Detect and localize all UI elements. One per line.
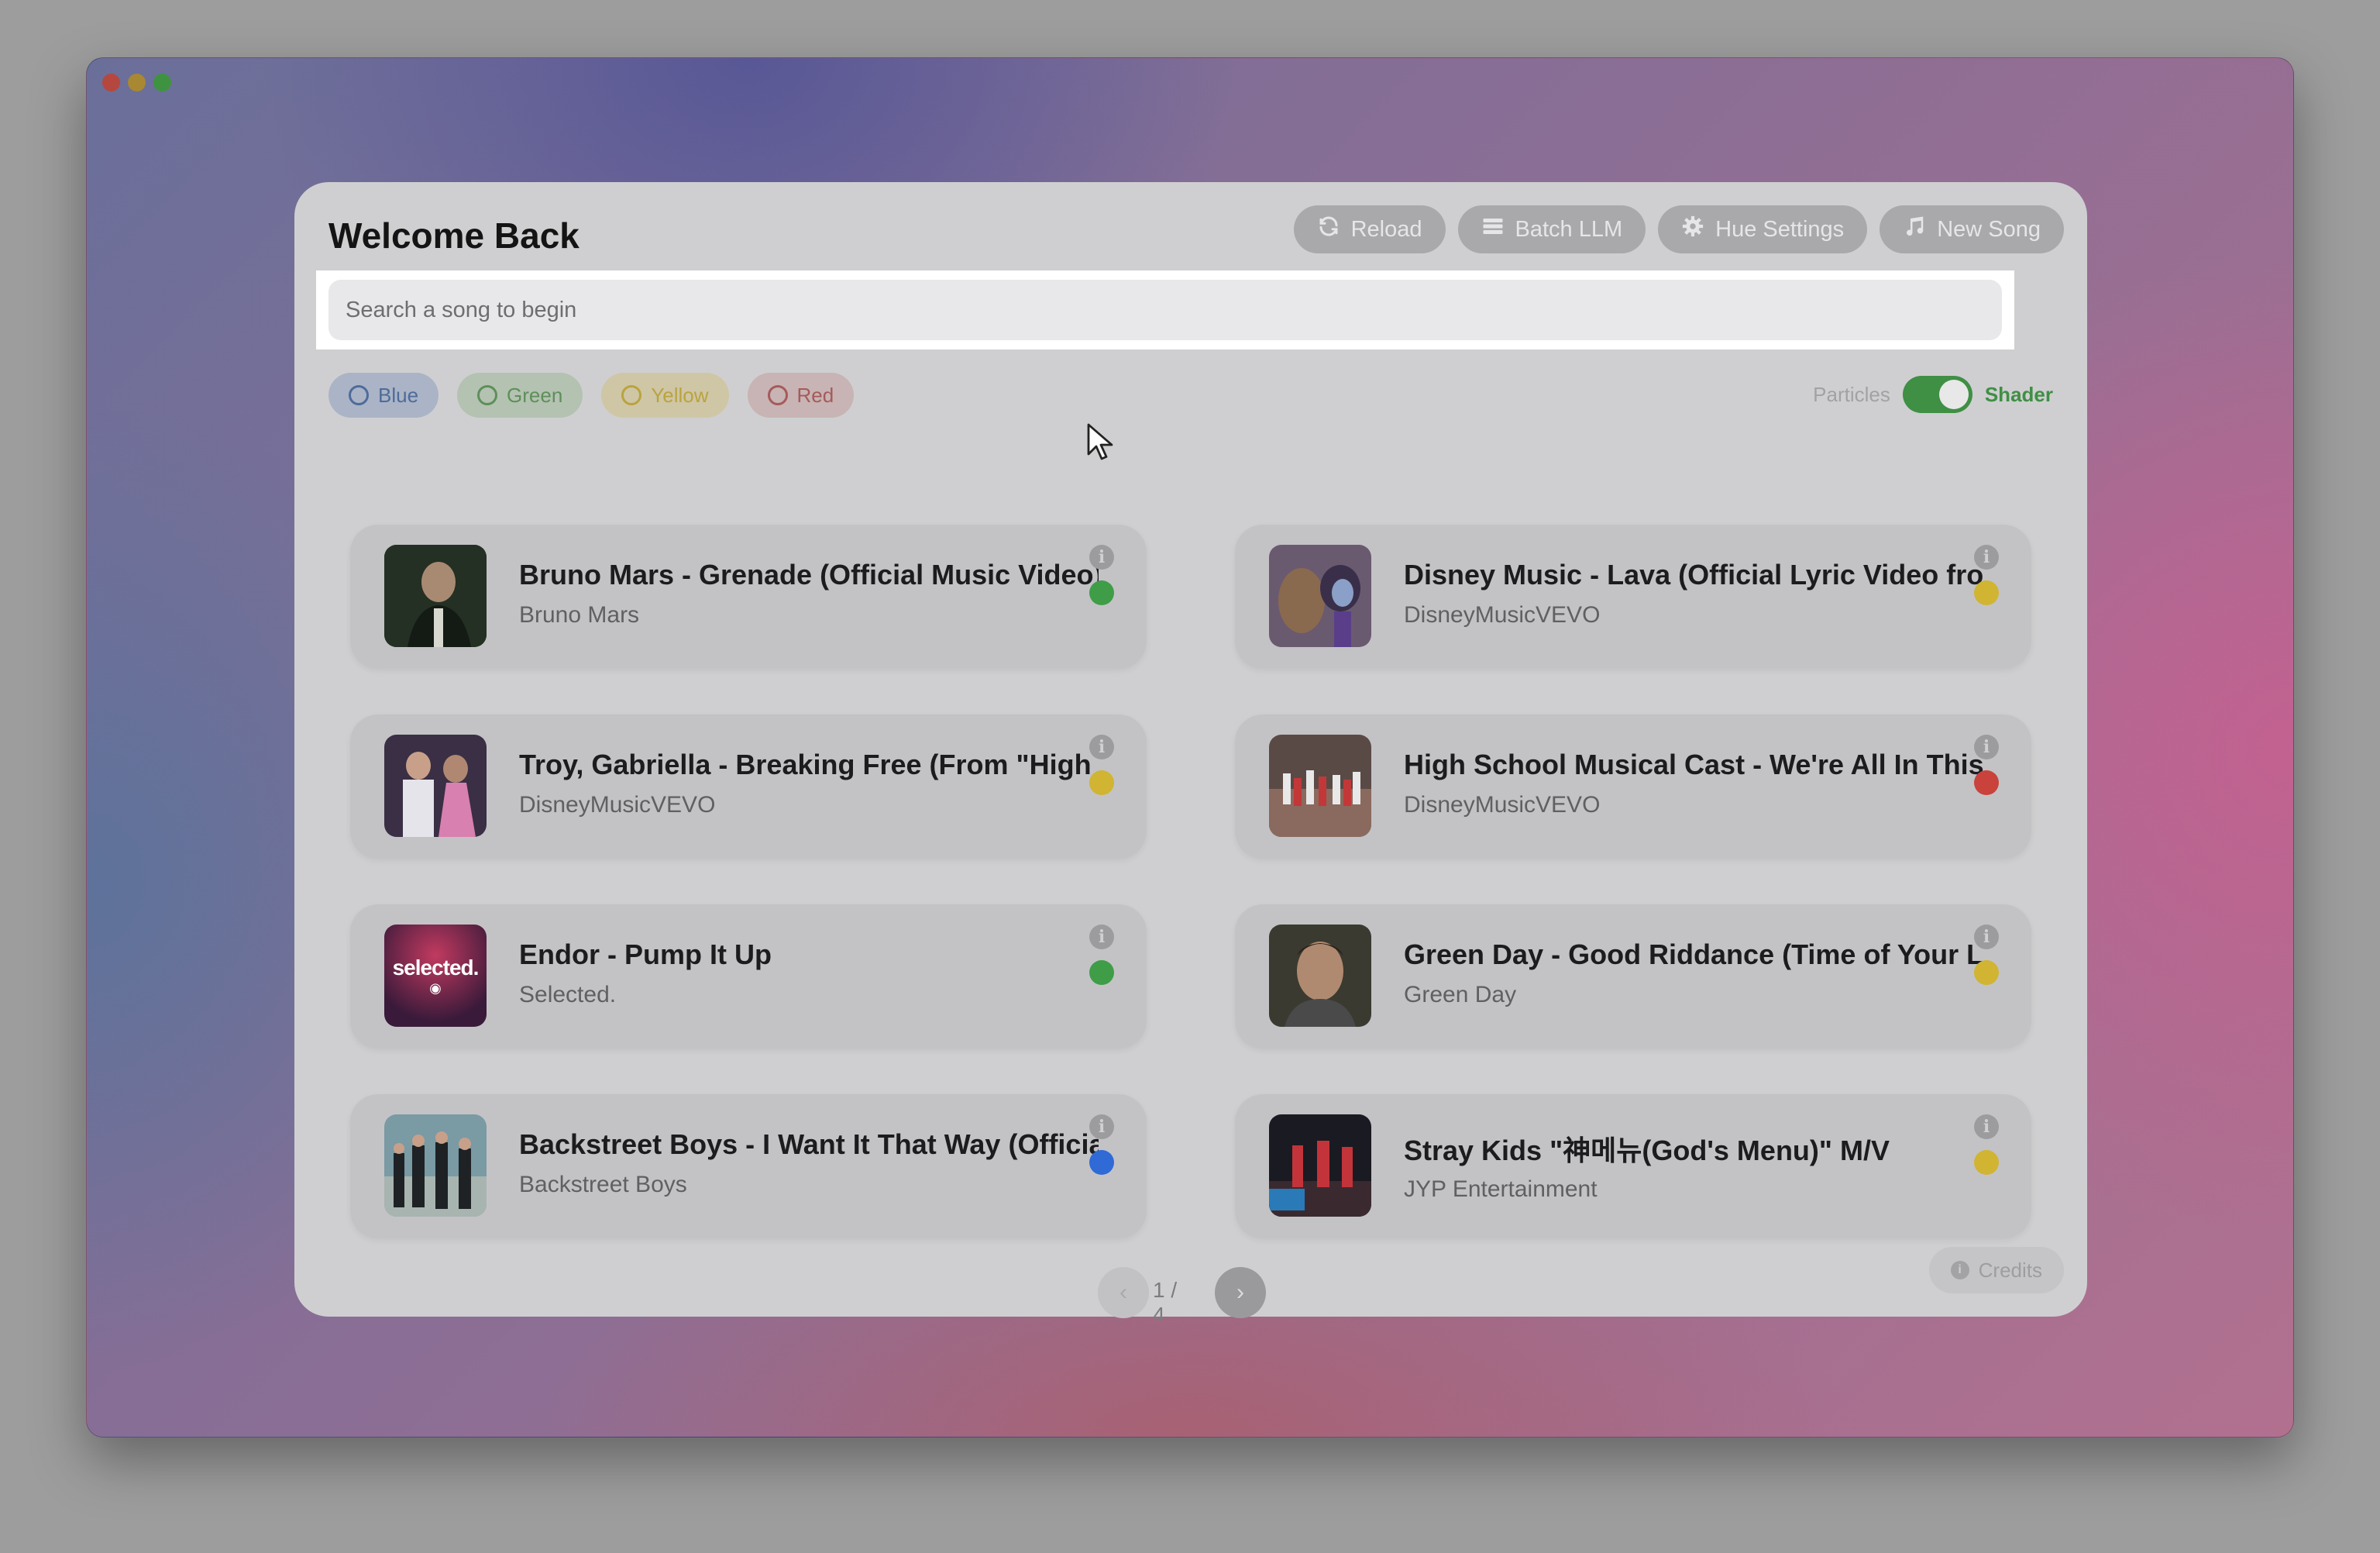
search-input[interactable] bbox=[328, 280, 2002, 340]
song-card[interactable]: High School Musical Cast - We're All In … bbox=[1235, 715, 2031, 859]
song-artist: DisneyMusicVEVO bbox=[519, 792, 716, 818]
song-title: High School Musical Cast - We're All In … bbox=[1404, 749, 1983, 780]
filter-green[interactable]: Green bbox=[457, 373, 583, 418]
song-title: Stray Kids "神메뉴(God's Menu)" M/V bbox=[1404, 1135, 1890, 1166]
info-icon[interactable]: i bbox=[1974, 735, 1999, 759]
toggle-knob bbox=[1938, 380, 1969, 409]
status-dot bbox=[1974, 770, 1999, 795]
credits-button[interactable]: i Credits bbox=[1928, 1247, 2064, 1293]
status-dot bbox=[1974, 1150, 1999, 1175]
next-page-button[interactable]: › bbox=[1215, 1267, 1266, 1318]
song-card[interactable]: Backstreet Boys - I Want It That Way (Of… bbox=[350, 1094, 1147, 1238]
window-controls bbox=[102, 74, 171, 91]
batch-llm-button[interactable]: Batch LLM bbox=[1457, 205, 1646, 253]
song-title: Backstreet Boys - I Want It That Way (Of… bbox=[519, 1128, 1099, 1160]
minimize-window-button[interactable] bbox=[128, 74, 146, 91]
logo-icon: ◉ bbox=[429, 980, 442, 996]
song-thumbnail bbox=[384, 735, 487, 837]
filter-label: Blue bbox=[378, 383, 419, 407]
song-artist: JYP Entertainment bbox=[1404, 1176, 1598, 1202]
song-title: Green Day - Good Riddance (Time of Your … bbox=[1404, 938, 1983, 970]
close-window-button[interactable] bbox=[102, 74, 120, 91]
credits-label: Credits bbox=[1978, 1258, 2042, 1282]
shader-label: Shader bbox=[1984, 382, 2053, 406]
song-title: Disney Music - Lava (Official Lyric Vide… bbox=[1404, 559, 1983, 591]
info-icon[interactable]: i bbox=[1974, 545, 1999, 570]
status-dot bbox=[1974, 960, 1999, 985]
info-icon[interactable]: i bbox=[1089, 545, 1114, 570]
prev-page-button[interactable]: ‹ bbox=[1098, 1267, 1149, 1318]
song-card[interactable]: Green Day - Good Riddance (Time of Your … bbox=[1235, 904, 2031, 1049]
reload-button[interactable]: Reload bbox=[1293, 205, 1446, 253]
filter-label: Green bbox=[507, 383, 563, 407]
info-icon[interactable]: i bbox=[1089, 1114, 1114, 1139]
search-container bbox=[316, 270, 2014, 350]
zoom-window-button[interactable] bbox=[153, 74, 171, 91]
song-thumbnail: selected. ◉ bbox=[384, 925, 487, 1027]
batch-llm-label: Batch LLM bbox=[1515, 216, 1623, 242]
hue-settings-button[interactable]: Hue Settings bbox=[1658, 205, 1868, 253]
music-note-icon bbox=[1903, 215, 1926, 244]
filter-yellow[interactable]: Yellow bbox=[601, 373, 729, 418]
gear-icon bbox=[1681, 215, 1704, 244]
song-thumbnail bbox=[384, 1114, 487, 1217]
status-dot bbox=[1089, 960, 1114, 985]
chevron-left-icon: ‹ bbox=[1119, 1279, 1127, 1305]
radio-circle-icon bbox=[349, 385, 369, 405]
new-song-button[interactable]: New Song bbox=[1880, 205, 2064, 253]
status-dot bbox=[1974, 580, 1999, 605]
page-indicator: 1 / 4 bbox=[1153, 1278, 1178, 1327]
song-artist: Backstreet Boys bbox=[519, 1172, 687, 1197]
song-card[interactable]: Stray Kids "神메뉴(God's Menu)" M/V JYP Ent… bbox=[1235, 1094, 2031, 1238]
song-card[interactable]: Troy, Gabriella - Breaking Free (From "H… bbox=[350, 715, 1147, 859]
song-thumbnail bbox=[1269, 1114, 1371, 1217]
song-thumbnail bbox=[1269, 735, 1371, 837]
app-window: Welcome Back Reload Batch LLM Hue Settin… bbox=[86, 57, 2294, 1438]
song-artist: DisneyMusicVEVO bbox=[1404, 792, 1601, 818]
song-artist: DisneyMusicVEVO bbox=[1404, 602, 1601, 628]
refresh-icon bbox=[1317, 215, 1340, 244]
song-artist: Green Day bbox=[1404, 982, 1517, 1007]
hue-settings-label: Hue Settings bbox=[1715, 216, 1845, 242]
reload-label: Reload bbox=[1350, 216, 1422, 242]
song-thumbnail bbox=[1269, 545, 1371, 647]
status-dot bbox=[1089, 1150, 1114, 1175]
list-icon bbox=[1481, 215, 1505, 244]
song-artist: Bruno Mars bbox=[519, 602, 640, 628]
song-title: Bruno Mars - Grenade (Official Music Vid… bbox=[519, 559, 1099, 591]
song-card[interactable]: Bruno Mars - Grenade (Official Music Vid… bbox=[350, 525, 1147, 669]
radio-circle-icon bbox=[477, 385, 498, 405]
status-dot bbox=[1089, 580, 1114, 605]
toolbar: Reload Batch LLM Hue Settings New Song bbox=[1293, 205, 2064, 253]
new-song-label: New Song bbox=[1937, 216, 2041, 242]
filter-label: Yellow bbox=[651, 383, 709, 407]
main-panel: Welcome Back Reload Batch LLM Hue Settin… bbox=[294, 182, 2087, 1327]
particles-label: Particles bbox=[1813, 382, 1890, 406]
song-thumbnail bbox=[384, 545, 487, 647]
radio-circle-icon bbox=[767, 385, 788, 405]
mode-toggle[interactable] bbox=[1902, 376, 1972, 413]
filter-label: Red bbox=[796, 383, 834, 407]
info-icon[interactable]: i bbox=[1089, 925, 1114, 949]
song-card[interactable]: Disney Music - Lava (Official Lyric Vide… bbox=[1235, 525, 2031, 669]
mouse-cursor-icon bbox=[1087, 423, 1115, 466]
song-title: Endor - Pump It Up bbox=[519, 938, 772, 970]
info-icon: i bbox=[1950, 1261, 1969, 1279]
song-card[interactable]: selected. ◉ Endor - Pump It Up Selected.… bbox=[350, 904, 1147, 1049]
info-icon[interactable]: i bbox=[1974, 925, 1999, 949]
thumbnail-text: selected. bbox=[392, 955, 480, 980]
page-title: Welcome Back bbox=[328, 215, 580, 256]
filter-red[interactable]: Red bbox=[747, 373, 855, 418]
status-dot bbox=[1089, 770, 1114, 795]
song-title: Troy, Gabriella - Breaking Free (From "H… bbox=[519, 749, 1099, 780]
color-filters: Blue Green Yellow Red bbox=[328, 373, 855, 418]
radio-circle-icon bbox=[621, 385, 642, 405]
song-thumbnail bbox=[1269, 925, 1371, 1027]
song-artist: Selected. bbox=[519, 982, 617, 1007]
chevron-right-icon: › bbox=[1236, 1279, 1244, 1305]
info-icon[interactable]: i bbox=[1089, 735, 1114, 759]
info-icon[interactable]: i bbox=[1974, 1114, 1999, 1139]
filter-blue[interactable]: Blue bbox=[328, 373, 439, 418]
render-mode-switch: Particles Shader bbox=[1813, 376, 2053, 413]
